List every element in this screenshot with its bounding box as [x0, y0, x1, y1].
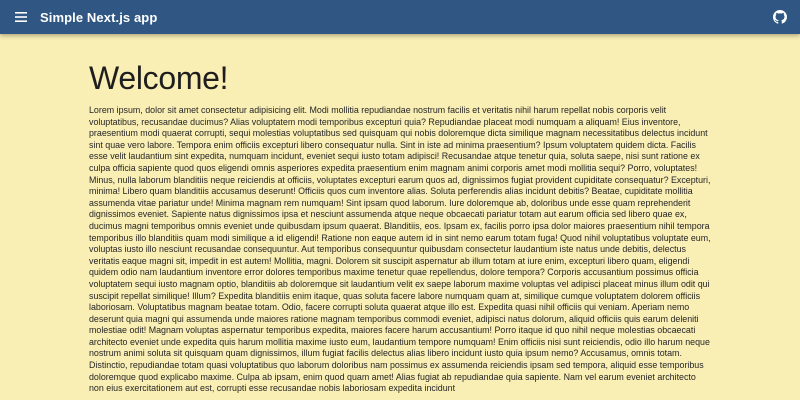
- menu-icon: [15, 12, 27, 22]
- app-title: Simple Next.js app: [40, 9, 158, 25]
- menu-button[interactable]: [13, 10, 29, 24]
- github-button[interactable]: [772, 9, 788, 25]
- body-paragraph: Lorem ipsum, dolor sit amet consectetur …: [89, 105, 711, 394]
- github-icon: [773, 10, 787, 24]
- main-content: Welcome! Lorem ipsum, dolor sit amet con…: [89, 56, 713, 395]
- app-bar: Simple Next.js app: [0, 0, 800, 34]
- page-title: Welcome!: [89, 60, 229, 96]
